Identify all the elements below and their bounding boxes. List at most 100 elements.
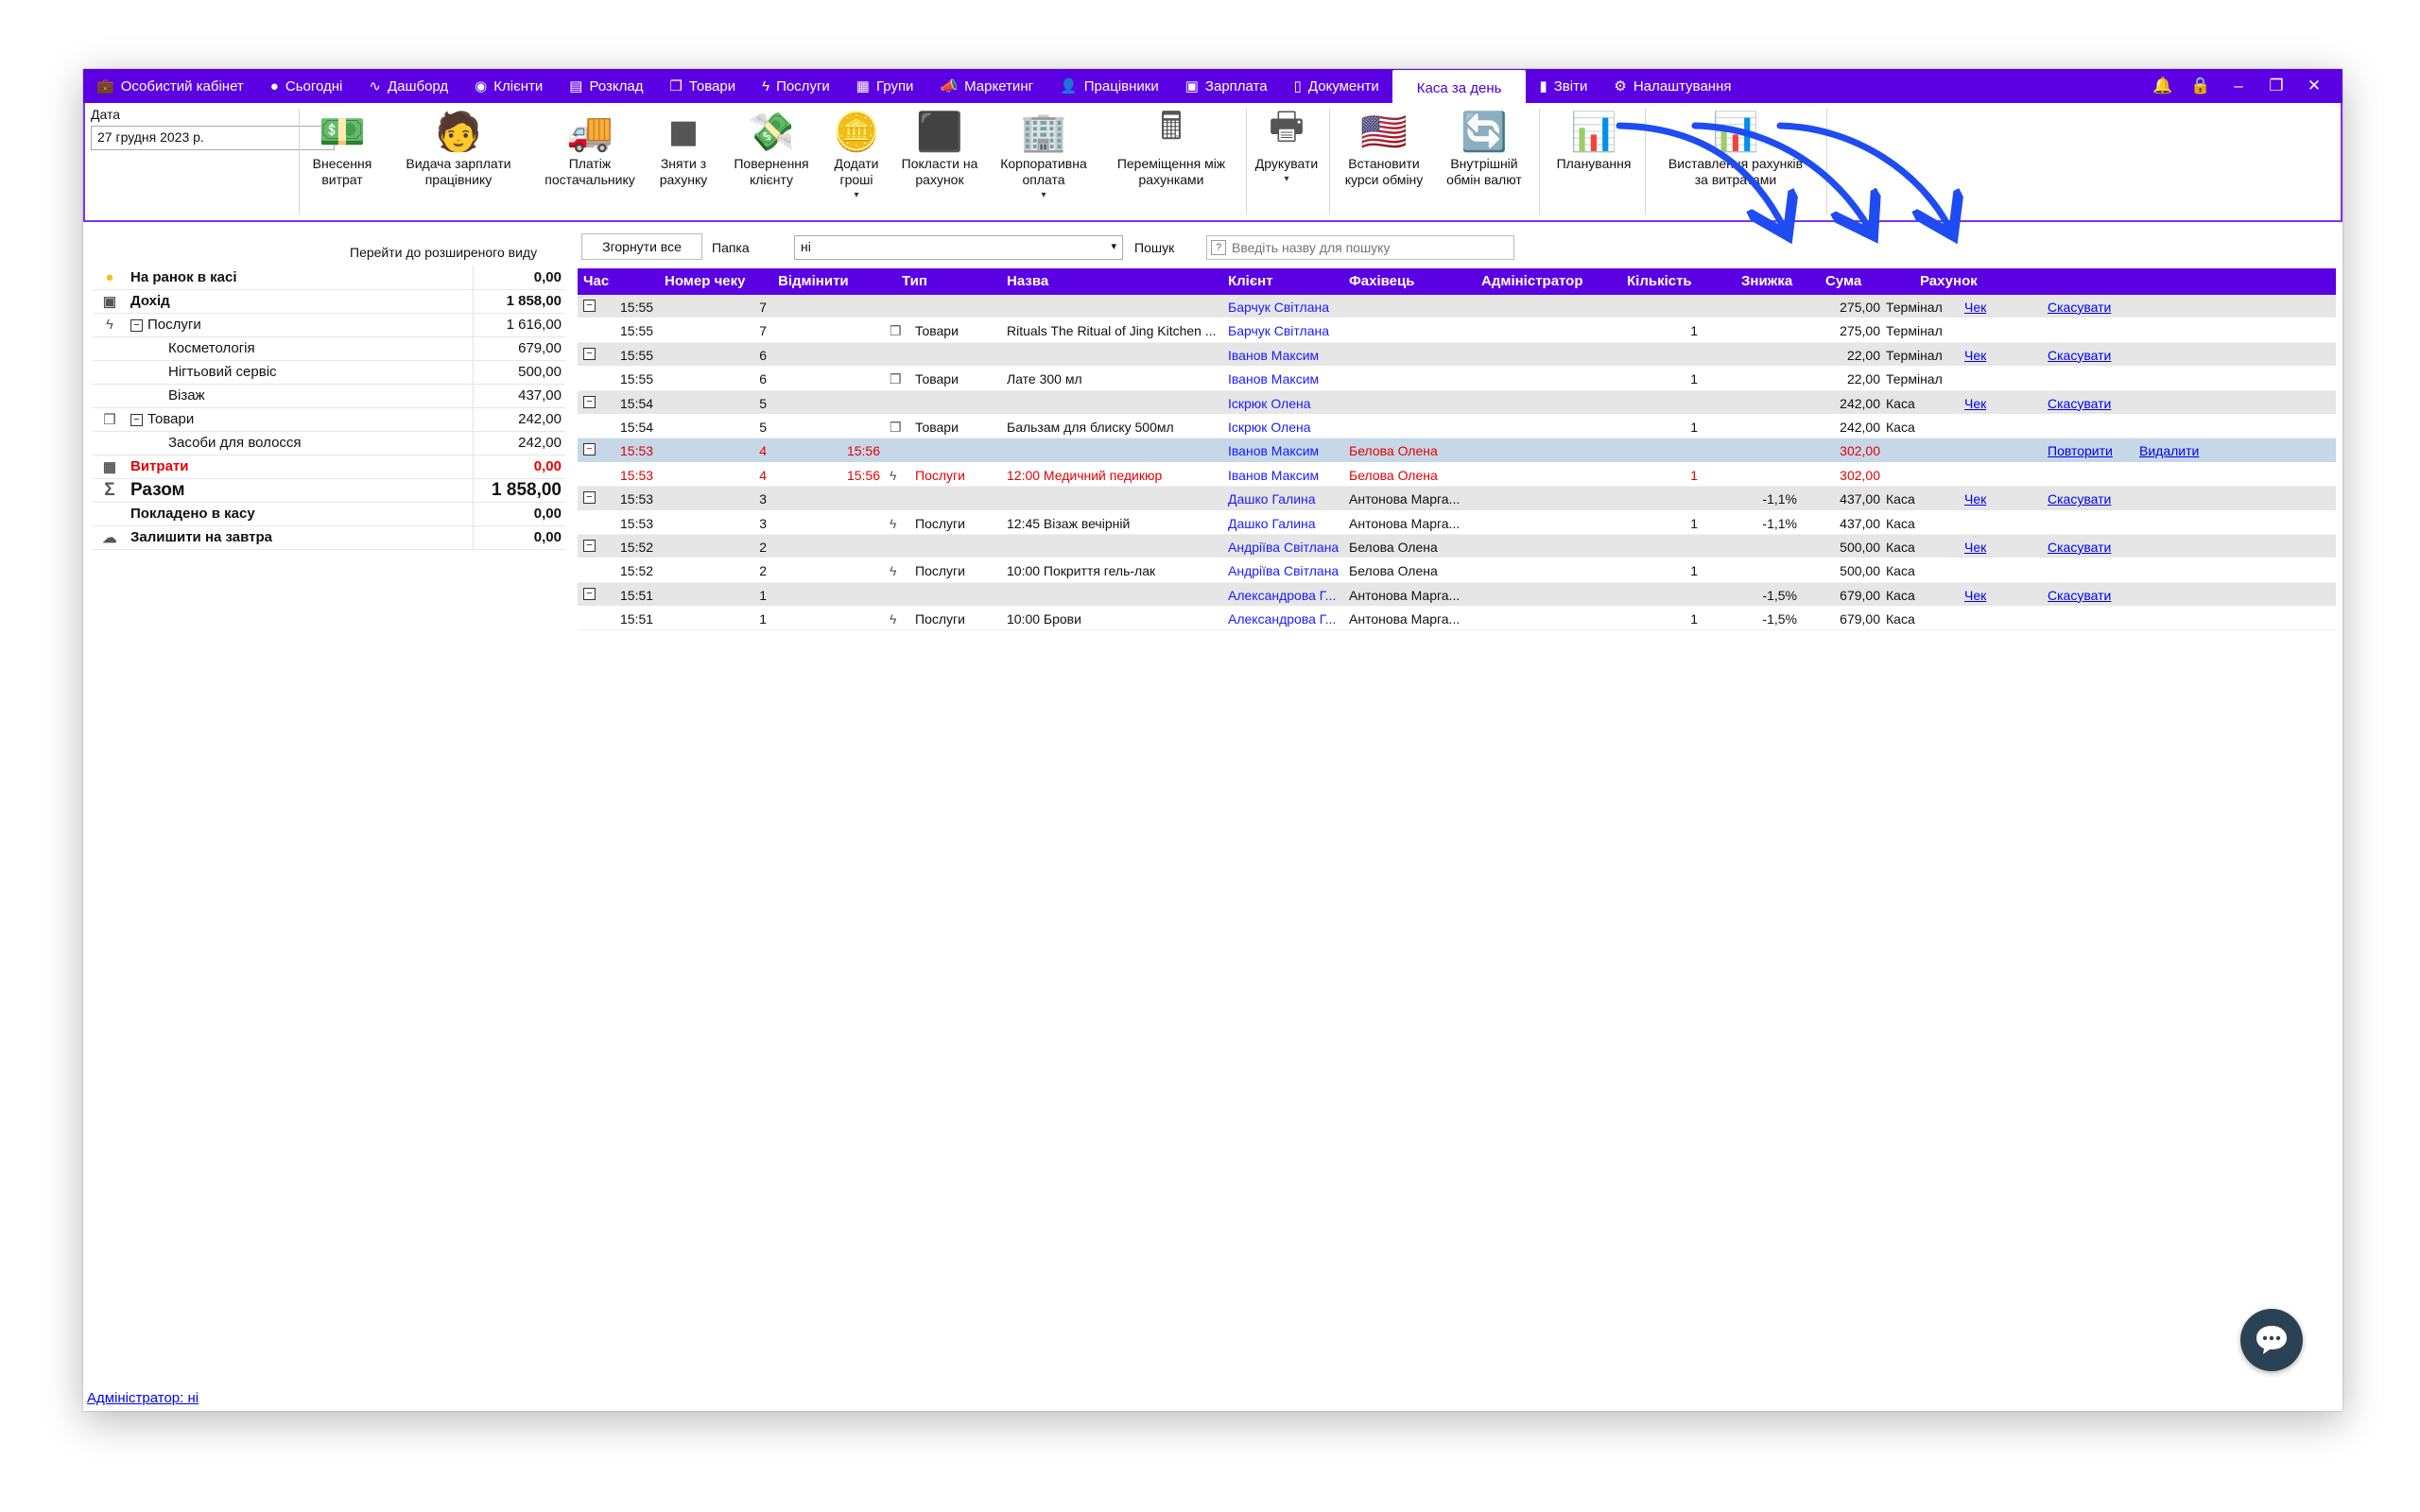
menu-item-11[interactable]: ▯ Документи: [1281, 69, 1392, 103]
table-row[interactable]: − 15:53 3 Дашко Галина Антонова Марга... -1,1…: [578, 487, 2336, 511]
chevron-down-icon[interactable]: ▾: [1284, 174, 1288, 184]
cell-client[interactable]: Дашко Галина: [1228, 516, 1316, 531]
cell-client[interactable]: Іванов Максим: [1228, 468, 1319, 483]
column-header[interactable]: Відмінити: [778, 273, 849, 289]
menu-item-13[interactable]: ▮ Звіти: [1526, 69, 1600, 103]
column-header[interactable]: Час: [583, 273, 609, 289]
menu-item-6[interactable]: ϟ Послуги: [749, 69, 843, 103]
receipt-link[interactable]: Чек: [1964, 540, 1986, 555]
receipt-link[interactable]: Чек: [1964, 491, 1986, 507]
menu-item-14[interactable]: ⚙ Налаштування: [1600, 69, 1744, 103]
client-refund-button[interactable]: 💸 Повернення клієнту: [724, 107, 819, 216]
menu-item-12[interactable]: Каса за день: [1392, 70, 1527, 106]
column-header[interactable]: Клієнт: [1228, 273, 1273, 289]
table-row[interactable]: 15:52 2 ϟ Послуги 10:00 Покриття гель-лак Анд…: [578, 558, 2336, 583]
menu-item-1[interactable]: ● Сьогодні: [257, 69, 356, 103]
menu-item-2[interactable]: ∿ Дашборд: [355, 69, 461, 103]
delete-link[interactable]: Видалити: [2139, 443, 2199, 458]
print-button[interactable]: 🖶 Друкувати ▾: [1248, 106, 1325, 216]
cell-client[interactable]: Андріїва Світлана: [1228, 540, 1339, 555]
cell-client[interactable]: Іванов Максим: [1228, 443, 1319, 458]
currency-exchange-button[interactable]: 🔄 Внутрішній обмін валют: [1437, 107, 1531, 216]
cell-client[interactable]: Іскрюк Олена: [1228, 420, 1311, 435]
help-icon[interactable]: ?: [1211, 240, 1226, 255]
menu-item-9[interactable]: 👤 Працівники: [1046, 69, 1172, 103]
column-header[interactable]: Знижка: [1741, 273, 1792, 289]
cancel-link[interactable]: Скасувати: [2048, 588, 2111, 603]
pay-salary-button[interactable]: 🧑 Видача зарплати працівнику: [388, 107, 529, 216]
folder-select[interactable]: ні ▾: [794, 235, 1123, 260]
chevron-down-icon[interactable]: ▾: [1111, 240, 1116, 252]
menu-item-0[interactable]: 💼 Особистий кабінет: [83, 69, 257, 103]
table-row[interactable]: − 15:53 4 15:56 Іванов Максим Белова Олена 302…: [578, 438, 2336, 463]
admin-link[interactable]: Адміністратор: ні: [87, 1390, 199, 1406]
column-header[interactable]: Кількість: [1627, 273, 1692, 289]
menu-item-4[interactable]: ▤ Розклад: [556, 69, 656, 103]
collapse-toggle[interactable]: −: [130, 318, 143, 332]
collapse-toggle[interactable]: −: [583, 491, 596, 505]
cell-client[interactable]: Андріїва Світлана: [1228, 563, 1339, 578]
expanded-view-link[interactable]: Перейти до розширеного виду: [350, 245, 537, 260]
cell-client[interactable]: Іванов Максим: [1228, 348, 1319, 363]
corporate-payment-button[interactable]: 🏢 Корпоративна оплата ▾: [991, 107, 1097, 216]
cancel-link[interactable]: Скасувати: [2048, 300, 2111, 315]
planning-button[interactable]: 📊 Планування: [1547, 107, 1641, 216]
collapse-toggle[interactable]: −: [583, 443, 596, 456]
table-row[interactable]: 15:51 1 ϟ Послуги 10:00 Брови Александрова Г.…: [578, 607, 2336, 631]
minimize-icon[interactable]: –: [2220, 77, 2257, 95]
withdraw-from-account-button[interactable]: ◼ Зняти з рахунку: [648, 107, 718, 216]
table-row[interactable]: − 15:51 1 Александрова Г... Антонова Марга..…: [578, 582, 2336, 608]
menu-item-3[interactable]: ◉ Клієнти: [461, 69, 556, 103]
invoice-expenses-button[interactable]: 📊 Виставлення рахунків за витратами: [1651, 107, 1821, 216]
lock-icon[interactable]: 🔒: [2182, 77, 2220, 95]
set-exchange-rates-button[interactable]: 🇺🇸 Встановити курси обміну: [1335, 107, 1433, 216]
receipt-link[interactable]: Чек: [1964, 348, 1986, 363]
table-row[interactable]: 15:55 7 ❒ Товари Rituals The Ritual of Jing …: [578, 318, 2336, 343]
receipt-link[interactable]: Чек: [1964, 300, 1986, 315]
cell-client[interactable]: Александрова Г...: [1228, 611, 1336, 627]
table-row[interactable]: 15:53 3 ϟ Послуги 12:45 Візаж вечірній Дашко …: [578, 510, 2336, 535]
collapse-all-button[interactable]: Згорнути все: [581, 233, 702, 260]
collapse-toggle[interactable]: −: [583, 587, 596, 600]
supplier-payment-button[interactable]: 🚚 Платіж постачальнику: [537, 107, 643, 216]
restore-icon[interactable]: ❐: [2257, 77, 2295, 95]
table-row[interactable]: 15:54 5 ❒ Товари Бальзам для блиску 500мл Іск…: [578, 414, 2336, 439]
chat-button[interactable]: [2240, 1309, 2303, 1371]
close-icon[interactable]: ✕: [2295, 77, 2333, 95]
table-row[interactable]: − 15:52 2 Андріїва Світлана Белова Олена 500,…: [578, 534, 2336, 559]
collapse-toggle[interactable]: −: [583, 539, 596, 552]
deposit-to-account-button[interactable]: ⬛ Покласти на рахунок: [894, 107, 985, 216]
column-header[interactable]: Номер чеку: [665, 273, 745, 289]
column-header[interactable]: Адміністратор: [1481, 273, 1583, 289]
search-input[interactable]: [1232, 240, 1506, 255]
cell-client[interactable]: Іскрюк Олена: [1228, 396, 1311, 411]
column-header[interactable]: Тип: [902, 273, 927, 289]
column-header[interactable]: Фахівець: [1349, 273, 1414, 289]
cell-client[interactable]: Іванов Максим: [1228, 371, 1319, 387]
cell-client[interactable]: Барчук Світлана: [1228, 323, 1329, 338]
table-row[interactable]: − 15:55 7 Барчук Світлана 275,00 Термінал Чек С…: [578, 295, 2336, 319]
notifications-bell-icon[interactable]: 🔔: [2144, 77, 2182, 95]
table-row[interactable]: 15:53 4 15:56 ϟ Послуги 12:00 Медичний педикю…: [578, 462, 2336, 488]
collapse-toggle[interactable]: −: [130, 413, 143, 426]
cancel-link[interactable]: Скасувати: [2048, 348, 2111, 363]
expense-entry-button[interactable]: 💵 Внесення витрат: [304, 107, 380, 216]
cell-client[interactable]: Александрова Г...: [1228, 588, 1336, 603]
collapse-toggle[interactable]: −: [583, 300, 596, 312]
receipt-link[interactable]: Чек: [1964, 396, 1986, 411]
cell-client[interactable]: Барчук Світлана: [1228, 300, 1329, 315]
table-row[interactable]: 15:55 6 ❒ Товари Лате 300 мл Іванов Максим 1 22…: [578, 367, 2336, 391]
menu-item-5[interactable]: ❒ Товари: [656, 69, 749, 103]
collapse-toggle[interactable]: −: [583, 347, 596, 360]
chevron-down-icon[interactable]: ▾: [1041, 190, 1046, 200]
menu-item-10[interactable]: ▣ Зарплата: [1172, 69, 1281, 103]
cell-client[interactable]: Дашко Галина: [1228, 491, 1316, 507]
repeat-link[interactable]: Повторити: [2048, 443, 2113, 458]
table-row[interactable]: − 15:55 6 Іванов Максим 22,00 Термінал Чек Скас…: [578, 342, 2336, 368]
column-header[interactable]: Сума: [1825, 273, 1861, 289]
chevron-down-icon[interactable]: ▾: [854, 190, 858, 200]
collapse-toggle[interactable]: −: [583, 395, 596, 408]
cancel-link[interactable]: Скасувати: [2048, 396, 2111, 411]
column-header[interactable]: Рахунок: [1920, 273, 1978, 289]
menu-item-7[interactable]: ▦ Групи: [843, 69, 927, 103]
